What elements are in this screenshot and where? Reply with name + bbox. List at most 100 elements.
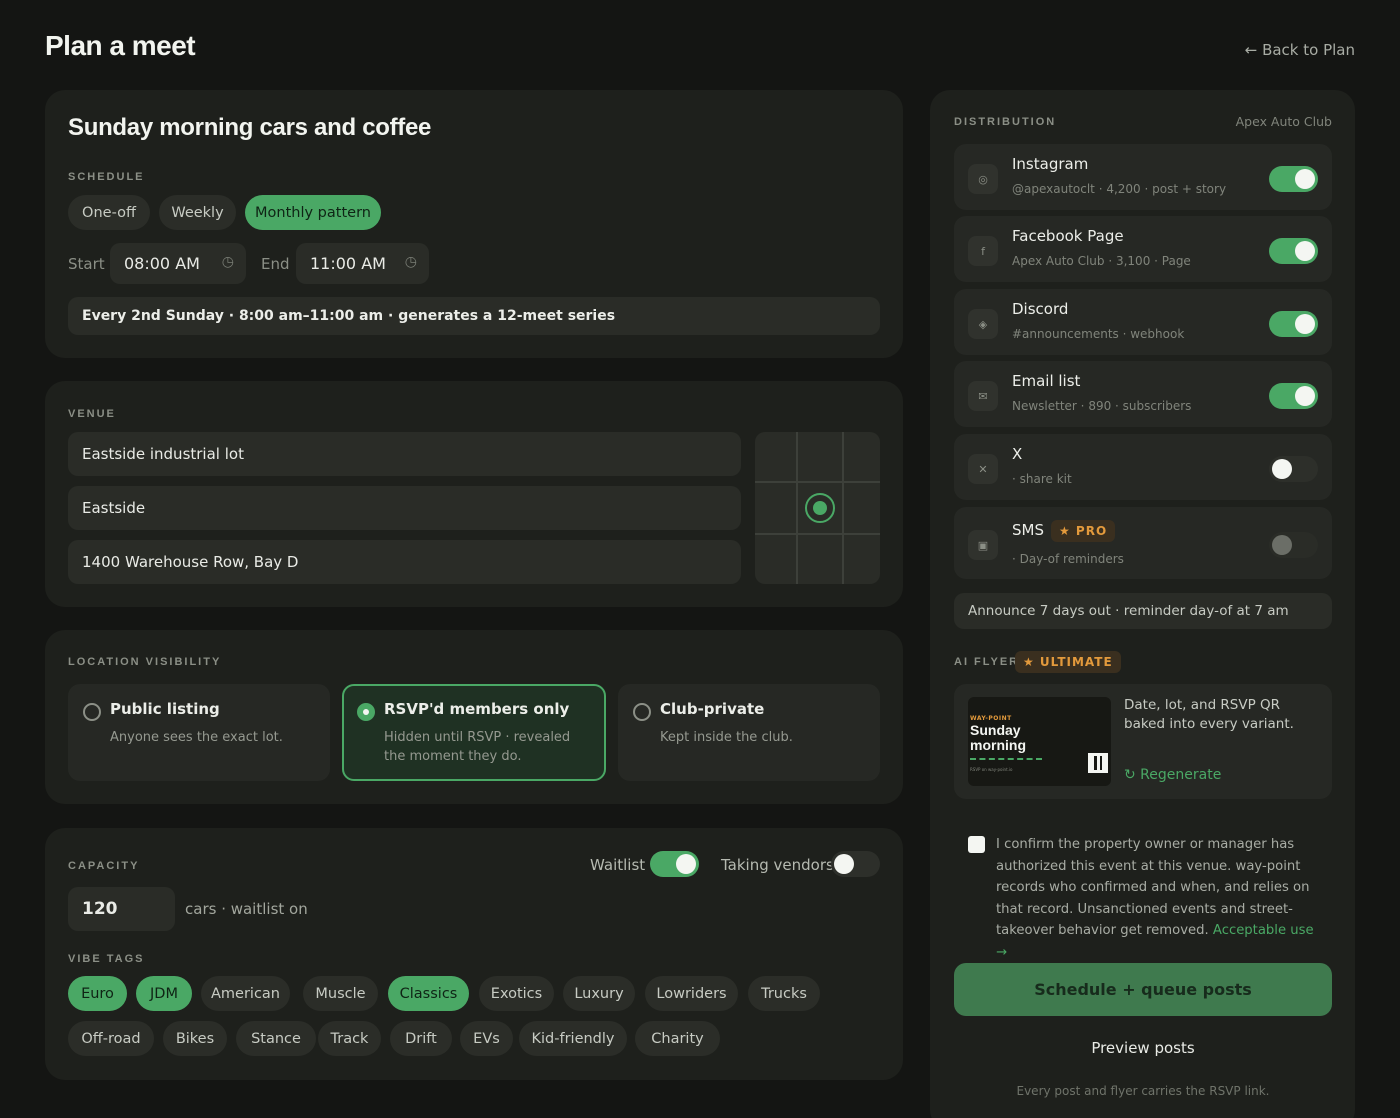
visibility-option-public[interactable]: Public listing Anyone sees the exact lot… bbox=[68, 684, 330, 781]
channel-name: Email list bbox=[1012, 372, 1081, 390]
vibe-tag-american[interactable]: American bbox=[201, 976, 290, 1011]
start-time-input[interactable]: 08:00 AM ◷ bbox=[110, 243, 246, 284]
channel-facebook-page: f Facebook Page Apex Auto Club · 3,100 · P… bbox=[954, 216, 1332, 282]
visibility-option-desc: Hidden until RSVP · revealed the moment … bbox=[384, 730, 571, 764]
radio-public[interactable] bbox=[83, 703, 101, 721]
vibe-tag-trucks[interactable]: Trucks bbox=[748, 976, 820, 1011]
venue-area-input[interactable]: Eastside bbox=[68, 486, 741, 530]
flyer-thumbnail[interactable]: WAY-POINT Sunday morning RSVP on way-poi… bbox=[968, 697, 1111, 786]
channel-name: X bbox=[1012, 445, 1023, 463]
vibe-tag-exotics[interactable]: Exotics bbox=[479, 976, 554, 1011]
flyer-description: Date, lot, and RSVP QR baked into every … bbox=[1124, 697, 1294, 732]
venue-name-input[interactable]: Eastside industrial lot bbox=[68, 432, 741, 476]
club-name: Apex Auto Club bbox=[1235, 114, 1332, 129]
vibe-tag-evs[interactable]: EVs bbox=[460, 1021, 513, 1056]
capacity-suffix: cars · waitlist on bbox=[185, 900, 308, 918]
channel-name: Facebook Page bbox=[1012, 227, 1124, 245]
channel-detail: #announcements · webhook bbox=[1012, 327, 1185, 341]
radio-club-private[interactable] bbox=[633, 703, 651, 721]
schedule-option-one-off[interactable]: One-off bbox=[68, 195, 150, 230]
qr-code-icon bbox=[1088, 753, 1108, 773]
venue-address-input[interactable]: 1400 Warehouse Row, Bay D bbox=[68, 540, 741, 584]
instagram-toggle[interactable] bbox=[1269, 166, 1318, 192]
vibe-tag-jdm[interactable]: JDM bbox=[136, 976, 192, 1011]
venue-name-value: Eastside industrial lot bbox=[82, 445, 244, 463]
email-list-toggle[interactable] bbox=[1269, 383, 1318, 409]
sms-icon: ▣ bbox=[968, 530, 998, 560]
map-grid-icon bbox=[755, 432, 880, 584]
taking-vendors-label: Taking vendors bbox=[721, 856, 834, 874]
vibe-tag-euro[interactable]: Euro bbox=[68, 976, 127, 1011]
start-time-value: 08:00 AM bbox=[124, 254, 200, 273]
footnote: Every post and flyer carries the RSVP li… bbox=[954, 1084, 1332, 1098]
visibility-option-title: Public listing bbox=[110, 700, 220, 718]
footnote-text: Every post and flyer carries the RSVP li… bbox=[1016, 1084, 1270, 1098]
flyer-small-text: RSVP on way-point.io bbox=[970, 767, 1013, 772]
facebook-page-toggle[interactable] bbox=[1269, 238, 1318, 264]
visibility-option-title: Club-private bbox=[660, 700, 765, 718]
vibe-tag-kid-friendly[interactable]: Kid-friendly bbox=[519, 1021, 627, 1056]
location-visibility-label: LOCATION VISIBILITY bbox=[68, 656, 222, 668]
discord-icon: ◈ bbox=[968, 309, 998, 339]
facebook-page-icon: f bbox=[968, 236, 998, 266]
vibe-tag-lowriders[interactable]: Lowriders bbox=[645, 976, 738, 1011]
schedule-summary-text: Every 2nd Sunday · 8:00 am–11:00 am · ge… bbox=[82, 308, 616, 324]
capacity-value: 120 bbox=[82, 899, 118, 919]
vibe-tag-muscle[interactable]: Muscle bbox=[303, 976, 378, 1011]
flyer-thumb-title: Sunday morning bbox=[970, 722, 1026, 753]
vibe-tag-drift[interactable]: Drift bbox=[390, 1021, 452, 1056]
announce-schedule[interactable]: Announce 7 days out · reminder day-of at… bbox=[954, 593, 1332, 629]
discord-toggle[interactable] bbox=[1269, 311, 1318, 337]
meet-title: Sunday morning cars and coffee bbox=[68, 114, 432, 141]
end-time-input[interactable]: 11:00 AM ◷ bbox=[296, 243, 429, 284]
vibe-tag-stance[interactable]: Stance bbox=[236, 1021, 316, 1056]
channel-discord: ◈ Discord #announcements · webhook bbox=[954, 289, 1332, 355]
visibility-option-desc: Kept inside the club. bbox=[660, 730, 793, 745]
waitlist-toggle[interactable] bbox=[650, 851, 699, 877]
announce-schedule-text: Announce 7 days out · reminder day-of at… bbox=[968, 603, 1289, 619]
vibe-tag-bikes[interactable]: Bikes bbox=[163, 1021, 227, 1056]
schedule-queue-posts-button[interactable]: Schedule + queue posts bbox=[954, 963, 1332, 1016]
vibe-tag-classics[interactable]: Classics bbox=[388, 976, 469, 1011]
channel-x: ✕ X · share kit bbox=[954, 434, 1332, 500]
flyer-brand: WAY-POINT bbox=[970, 715, 1012, 722]
email-list-icon: ✉ bbox=[968, 381, 998, 411]
schedule-option-weekly[interactable]: Weekly bbox=[159, 195, 236, 230]
taking-vendors-toggle[interactable] bbox=[831, 851, 880, 877]
ultimate-badge: ★ ULTIMATE bbox=[1015, 651, 1121, 673]
end-time-value: 11:00 AM bbox=[310, 254, 386, 273]
capacity-input[interactable]: 120 bbox=[68, 887, 175, 931]
x-toggle[interactable] bbox=[1269, 456, 1318, 482]
capacity-label: CAPACITY bbox=[68, 860, 140, 872]
vibe-tag-off-road[interactable]: Off-road bbox=[68, 1021, 154, 1056]
schedule-option-monthly-pattern[interactable]: Monthly pattern bbox=[245, 195, 381, 230]
confirm-text: I confirm the property owner or manager … bbox=[996, 834, 1318, 964]
regenerate-button[interactable]: ↻ Regenerate bbox=[1124, 767, 1221, 783]
visibility-option-rsvp-members[interactable]: RSVP'd members only Hidden until RSVP · … bbox=[342, 684, 606, 781]
schedule-queue-posts-label: Schedule + queue posts bbox=[1034, 980, 1252, 999]
page-title: Plan a meet bbox=[45, 30, 196, 61]
venue-address-value: 1400 Warehouse Row, Bay D bbox=[82, 553, 299, 571]
ai-flyer-label: AI FLYER bbox=[954, 656, 1020, 668]
vibe-tag-charity[interactable]: Charity bbox=[635, 1021, 720, 1056]
channel-email-list: ✉ Email list Newsletter · 890 · subscriber… bbox=[954, 361, 1332, 427]
confirm-checkbox[interactable] bbox=[968, 836, 985, 853]
vibe-tag-luxury[interactable]: Luxury bbox=[563, 976, 635, 1011]
end-label: End bbox=[261, 255, 290, 273]
radio-rsvp-members[interactable] bbox=[357, 703, 375, 721]
schedule-summary: Every 2nd Sunday · 8:00 am–11:00 am · ge… bbox=[68, 297, 880, 335]
start-label: Start bbox=[68, 255, 105, 273]
visibility-option-club-private[interactable]: Club-private Kept inside the club. bbox=[618, 684, 880, 781]
channel-detail: · share kit bbox=[1012, 472, 1072, 486]
venue-map[interactable] bbox=[755, 432, 880, 584]
channel-sms: ▣ SMS ★ PRO · Day-of reminders bbox=[954, 507, 1332, 579]
sms-toggle[interactable] bbox=[1269, 532, 1318, 558]
channel-name: Instagram bbox=[1012, 155, 1089, 173]
back-to-plan-link[interactable]: ← Back to Plan bbox=[1245, 41, 1355, 59]
waitlist-label: Waitlist bbox=[590, 856, 646, 874]
venue-area-value: Eastside bbox=[82, 499, 146, 517]
preview-posts-button[interactable]: Preview posts bbox=[954, 1030, 1332, 1066]
instagram-icon: ◎ bbox=[968, 164, 998, 194]
venue-label: VENUE bbox=[68, 408, 116, 420]
vibe-tag-track[interactable]: Track bbox=[318, 1021, 381, 1056]
